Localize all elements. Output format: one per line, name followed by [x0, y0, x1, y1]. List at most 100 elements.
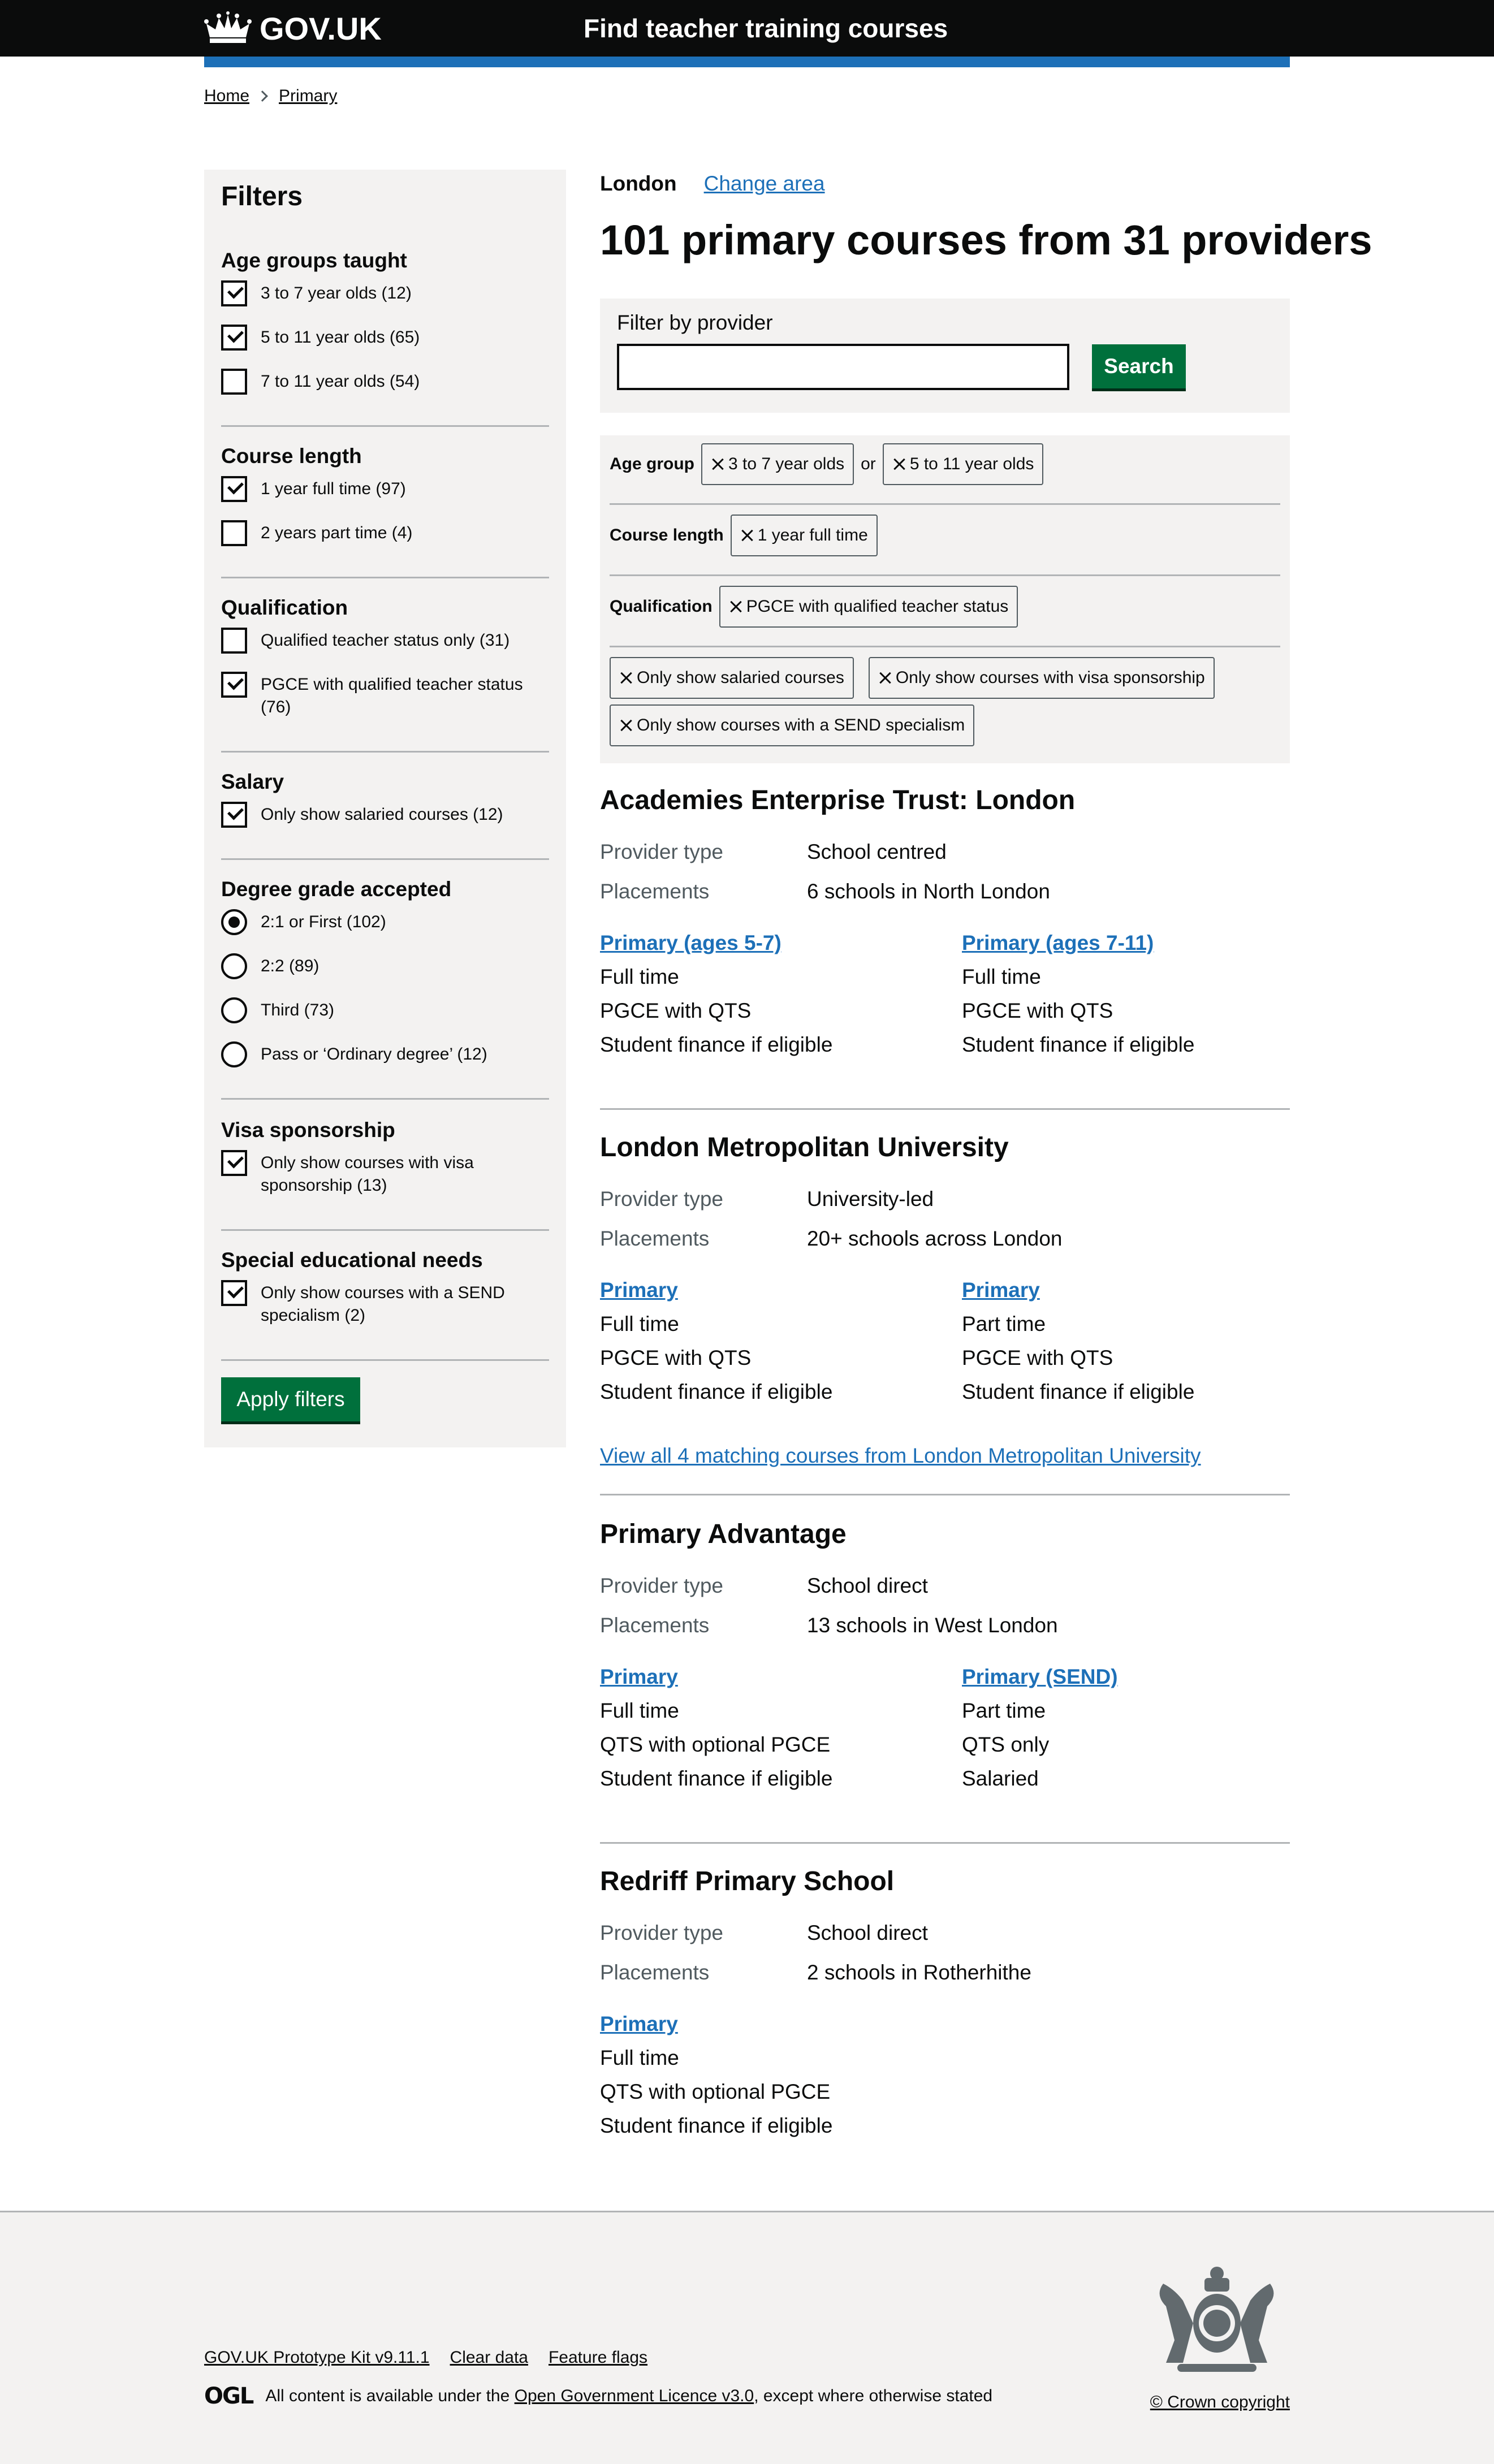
course-link[interactable]: Primary (ages 7-11): [962, 931, 1154, 954]
checkbox-checked[interactable]: [221, 672, 247, 698]
course-link[interactable]: Primary (ages 5-7): [600, 931, 781, 954]
footer-link-prototype-kit[interactable]: GOV.UK Prototype Kit v9.11.1: [204, 2348, 430, 2367]
footer-link-feature-flags[interactable]: Feature flags: [549, 2348, 647, 2367]
checkbox-checked[interactable]: [221, 325, 247, 351]
radio-unselected[interactable]: [221, 997, 247, 1023]
course-link[interactable]: Primary: [600, 1665, 678, 1688]
course-detail: Part time: [962, 1312, 1046, 1335]
checkbox-unchecked[interactable]: [221, 628, 247, 654]
checkbox-age-7-11[interactable]: 7 to 11 year olds (54): [221, 369, 420, 395]
provider-search-input[interactable]: [617, 344, 1069, 390]
applied-label: Qualification: [610, 597, 713, 616]
change-area-link[interactable]: Change area: [704, 172, 825, 196]
course-detail: Salaried: [962, 1767, 1039, 1790]
divider: [221, 577, 549, 578]
checkbox-checked[interactable]: [221, 280, 247, 306]
radio-pass[interactable]: Pass or ‘Ordinary degree’ (12): [221, 1041, 487, 1067]
checkbox-salaried[interactable]: Only show salaried courses (12): [221, 802, 503, 828]
radio-label: 2:2 (89): [261, 957, 319, 975]
provider-type-label: Provider type: [600, 1574, 723, 1597]
applied-label: Age group: [610, 455, 694, 473]
checkbox-age-5-11[interactable]: 5 to 11 year olds (65): [221, 325, 420, 351]
provider-type-label: Provider type: [600, 1187, 723, 1211]
footer-link-clear-data[interactable]: Clear data: [450, 2348, 528, 2367]
provider-type-value: School direct: [807, 1921, 928, 1944]
area-name: London: [600, 172, 677, 195]
remove-tag-3-7[interactable]: 3 to 7 year olds: [701, 443, 854, 485]
checkbox-unchecked[interactable]: [221, 520, 247, 546]
applied-course-length: Course length 1 year full time: [610, 515, 878, 556]
search-button[interactable]: Search: [1092, 344, 1186, 388]
checkbox-pgce-qts[interactable]: PGCE with qualified teacher status (76): [221, 672, 538, 719]
site-header: GOV.UK Find teacher training courses: [0, 0, 1494, 57]
divider: [600, 1108, 1290, 1110]
radio-label: Third (73): [261, 1001, 335, 1019]
checkbox-part-time[interactable]: 2 years part time (4): [221, 520, 412, 546]
close-icon: [620, 719, 632, 732]
checkbox-checked[interactable]: [221, 1150, 247, 1176]
course-link[interactable]: Primary (SEND): [962, 1665, 1118, 1688]
checkbox-checked[interactable]: [221, 1280, 247, 1306]
footer-links: GOV.UK Prototype Kit v9.11.1 Clear data …: [204, 2348, 647, 2367]
course-detail: QTS with optional PGCE: [600, 2080, 831, 2103]
course-detail: Part time: [962, 1699, 1046, 1722]
remove-tag-full-time[interactable]: 1 year full time: [730, 515, 878, 556]
ogl-licence-link[interactable]: Open Government Licence v3.0: [515, 2387, 754, 2406]
remove-tag-send[interactable]: Only show courses with a SEND specialism: [610, 704, 975, 746]
crown-copyright-link[interactable]: © Crown copyright: [1150, 2393, 1290, 2411]
radio-selected[interactable]: [221, 909, 247, 935]
checkbox-label: Qualified teacher status only (31): [261, 631, 510, 650]
applied-filters-panel: Age group 3 to 7 year olds or 5 to 11 ye…: [600, 435, 1290, 763]
remove-tag-visa[interactable]: Only show courses with visa sponsorship: [868, 657, 1215, 699]
course-summary: Primary (SEND) Part time QTS only Salari…: [962, 1660, 1301, 1796]
radio-2-2[interactable]: 2:2 (89): [221, 953, 319, 979]
checkbox-send[interactable]: Only show courses with a SEND specialism…: [221, 1280, 526, 1327]
tag-label: PGCE with qualified teacher status: [746, 597, 1009, 616]
course-detail: Full time: [600, 2046, 679, 2069]
checkbox-checked[interactable]: [221, 802, 247, 828]
licence-row: OGL All content is available under the O…: [204, 2383, 992, 2409]
licence-suffix: , except where otherwise stated: [754, 2387, 993, 2405]
filter-group-title: Age groups taught: [221, 249, 407, 272]
apply-filters-button[interactable]: Apply filters: [221, 1377, 360, 1421]
course-detail: QTS with optional PGCE: [600, 1733, 831, 1756]
checkbox-qts-only[interactable]: Qualified teacher status only (31): [221, 628, 509, 654]
checkbox-full-time[interactable]: 1 year full time (97): [221, 476, 406, 502]
filter-group-title: Course length: [221, 444, 362, 468]
checkbox-unchecked[interactable]: [221, 369, 247, 395]
remove-tag-pgce[interactable]: PGCE with qualified teacher status: [719, 586, 1018, 628]
checkbox-age-3-7[interactable]: 3 to 7 year olds (12): [221, 280, 412, 306]
divider: [221, 1229, 549, 1231]
tag-label: Only show courses with a SEND specialism: [637, 716, 965, 734]
breadcrumb-primary[interactable]: Primary: [279, 87, 337, 106]
filter-group-title: Degree grade accepted: [221, 877, 452, 901]
course-link[interactable]: Primary: [962, 1278, 1040, 1302]
govuk-logo-link[interactable]: GOV.UK: [204, 10, 382, 46]
course-link[interactable]: Primary: [600, 2012, 678, 2035]
tag-label: Only show salaried courses: [637, 668, 844, 687]
crown-icon: [204, 11, 252, 43]
checkbox-visa[interactable]: Only show courses with visa sponsorship …: [221, 1150, 515, 1197]
view-all-courses-link[interactable]: View all 4 matching courses from London …: [600, 1444, 1201, 1468]
checkbox-checked[interactable]: [221, 476, 247, 502]
breadcrumb-home[interactable]: Home: [204, 87, 249, 106]
course-detail: PGCE with QTS: [962, 999, 1113, 1022]
radio-unselected[interactable]: [221, 953, 247, 979]
checkbox-label: Only show salaried courses (12): [261, 805, 503, 824]
breadcrumb: Home Primary: [204, 84, 337, 109]
applied-qualification: Qualification PGCE with qualified teache…: [610, 586, 1018, 628]
logo-text: GOV.UK: [260, 10, 382, 46]
service-name[interactable]: Find teacher training courses: [584, 10, 948, 46]
course-link[interactable]: Primary: [600, 1278, 678, 1302]
applied-other-row: Only show salaried courses Only show cou…: [610, 657, 1215, 699]
divider: [600, 1494, 1290, 1495]
radio-2-1-or-first[interactable]: 2:1 or First (102): [221, 909, 386, 935]
area-row: London Change area: [600, 170, 825, 198]
radio-label: 2:1 or First (102): [261, 913, 386, 931]
remove-tag-5-11[interactable]: 5 to 11 year olds: [882, 443, 1044, 485]
radio-third[interactable]: Third (73): [221, 997, 334, 1023]
divider: [600, 1842, 1290, 1844]
remove-tag-salaried[interactable]: Only show salaried courses: [610, 657, 854, 699]
course-summary: Primary Part time PGCE with QTS Student …: [962, 1273, 1301, 1409]
radio-unselected[interactable]: [221, 1041, 247, 1067]
